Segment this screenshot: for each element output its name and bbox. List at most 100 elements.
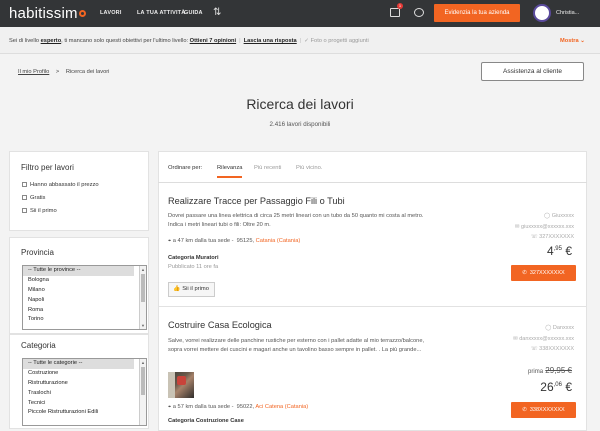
logo[interactable]: habitissim <box>9 5 86 22</box>
be-first-button[interactable]: 👍 Sii il primo <box>168 282 215 297</box>
scroll-up-icon[interactable]: ▲ <box>141 267 145 272</box>
job-count: 2.416 lavori disponibili <box>269 121 331 128</box>
customer-support-button[interactable]: Assistenza al cliente <box>481 62 584 81</box>
top-bar: habitissim LAVORI LA TUA ATTIVITÀ GUIDA … <box>0 0 600 27</box>
contact-phone: ☏ 338XXXXXXX <box>531 346 574 352</box>
breadcrumb: Il mio Profilo > Ricerca dei lavori <box>18 69 109 75</box>
thumb-up-icon: 👍 <box>173 286 181 292</box>
nav-attivita[interactable]: LA TUA ATTIVITÀ <box>137 10 185 16</box>
separator: | <box>299 38 302 44</box>
page-title: Ricerca dei lavori <box>246 96 354 112</box>
reveal-phone-button[interactable]: ✆ 338XXXXXXX <box>511 402 576 418</box>
scrollbar-thumb[interactable] <box>141 367 145 395</box>
level-link[interactable]: esperto <box>41 38 62 44</box>
category-option[interactable]: Tecnici <box>23 399 134 409</box>
contact-email-text: giuxxxxx@xxxxxx.xxx <box>521 224 574 230</box>
scrollbar[interactable]: ▲ ▼ <box>139 266 146 329</box>
photo-chair <box>177 376 186 385</box>
category-option[interactable]: -- Tutte le categorie -- <box>23 359 134 369</box>
tab-recent[interactable]: Più recenti <box>254 165 281 171</box>
checkbox[interactable] <box>22 195 27 200</box>
province-option[interactable]: Roma <box>23 306 134 316</box>
old-price: prima 29,95 € <box>528 366 572 375</box>
avatar[interactable] <box>533 4 551 22</box>
user-icon: ◯ <box>545 325 553 331</box>
job-province-link[interactable]: (Catania) <box>277 238 300 244</box>
show-more-link[interactable]: Mostra ⌄ <box>560 38 585 44</box>
phone-icon: ✆ <box>522 270 527 276</box>
goal-reply-link[interactable]: Lascia una risposta <box>244 38 297 44</box>
category-select[interactable]: -- Tutte le categorie -- Costruzione Ris… <box>22 358 147 426</box>
reveal-phone-button[interactable]: ✆ 327XXXXXXX <box>511 265 576 281</box>
nav-guida[interactable]: GUIDA <box>184 10 203 16</box>
results-panel <box>158 151 587 431</box>
province-option[interactable]: -- Tutte le province -- <box>23 266 134 276</box>
price-currency: € <box>565 244 572 258</box>
scroll-up-icon[interactable]: ▲ <box>141 360 145 365</box>
job-title[interactable]: Realizzare Tracce per Passaggio Fili o T… <box>168 196 345 206</box>
divider <box>158 306 587 307</box>
reveal-phone-label: 327XXXXXXX <box>529 270 565 276</box>
scroll-down-icon[interactable]: ▼ <box>141 323 145 328</box>
filter-be-first[interactable]: Sii il primo <box>22 208 57 214</box>
checkbox[interactable] <box>22 182 27 187</box>
chat-icon[interactable] <box>414 8 424 17</box>
checkbox[interactable] <box>22 208 27 213</box>
price-decimals: ,95 <box>553 246 562 252</box>
job-zip: 95022, <box>236 404 255 410</box>
filter-price-lowered[interactable]: Hanno abbassato il prezzo <box>22 182 99 188</box>
category-option[interactable]: Ristrutturazione <box>23 379 134 389</box>
contact-email: ✉ danxxxxx@xxxxxx.xxx <box>513 336 574 342</box>
category-option[interactable]: Traslochi <box>23 389 134 399</box>
filter-title: Filtro per lavori <box>21 163 74 172</box>
job-city-link[interactable]: Catania <box>256 238 276 244</box>
nav-lavori[interactable]: LAVORI <box>100 10 122 16</box>
filter-panel: Filtro per lavori Hanno abbassato il pre… <box>9 151 149 231</box>
category-title: Categoria <box>21 341 56 350</box>
progress-text-b: , ti mancano solo questi obiettivi per l… <box>61 38 189 44</box>
reveal-phone-label: 338XXXXXXX <box>529 407 565 413</box>
gift-icon[interactable] <box>390 8 400 17</box>
sort-bar: Ordinare per: Rilevanza Più recenti Più … <box>158 151 587 183</box>
be-first-label: Sii il primo <box>182 286 209 292</box>
filter-label: Hanno abbassato il prezzo <box>30 182 99 188</box>
category-option[interactable]: Costruzione <box>23 369 134 379</box>
logo-text: habitissim <box>9 5 78 22</box>
breadcrumb-profile-link[interactable]: Il mio Profilo <box>18 69 49 75</box>
province-select[interactable]: -- Tutte le province -- Bologna Milano N… <box>22 265 147 330</box>
scrollbar-thumb[interactable] <box>141 274 145 302</box>
job-description: Salve, vorrei realizzare delle panchine … <box>168 338 425 354</box>
notification-badge: 1 <box>397 3 403 9</box>
filter-label: Sii il primo <box>30 208 57 214</box>
contact-phone-text: 327XXXXXXX <box>539 234 574 240</box>
photo-window <box>168 372 175 398</box>
province-option[interactable]: Torino <box>23 315 134 325</box>
tab-relevance[interactable]: Rilevanza <box>217 165 243 178</box>
contact-name-text: Danxxxx <box>552 325 574 331</box>
job-location: ⌖ a 47 km dalla tua sede - 95125, Catani… <box>168 238 301 244</box>
phone-icon: ☏ <box>530 234 540 240</box>
job-location: ⌖ a 57 km dalla tua sede - 95022, Aci Ca… <box>168 404 309 410</box>
job-title[interactable]: Costruire Casa Ecologica <box>168 320 272 330</box>
filter-free[interactable]: Gratis <box>22 195 45 201</box>
job-province-link[interactable]: (Catania) <box>285 404 308 410</box>
goal-opinions-link[interactable]: Ottieni 7 opinioni <box>190 38 236 44</box>
province-option[interactable]: Milano <box>23 286 134 296</box>
phone-icon: ✆ <box>522 407 527 413</box>
tab-nearest[interactable]: Più vicino. <box>296 165 322 171</box>
province-option[interactable]: Bologna <box>23 276 134 286</box>
level-progress-text: Sei di livello esperto, ti mancano solo … <box>9 38 369 44</box>
scrollbar[interactable]: ▲ <box>139 359 146 425</box>
category-option[interactable]: Piccole Ristrutturazioni Edili <box>23 408 134 418</box>
user-icon: ◯ <box>544 213 552 219</box>
job-city-link[interactable]: Aci Catena <box>255 404 283 410</box>
username[interactable]: Christia... <box>556 10 579 16</box>
job-distance: a 57 km dalla tua sede <box>172 404 231 410</box>
province-option[interactable]: Napoli <box>23 296 134 306</box>
price-currency: € <box>565 380 572 394</box>
job-photo[interactable] <box>168 372 194 398</box>
sort-arrows-icon[interactable]: ⇅ <box>213 7 221 18</box>
highlight-company-button[interactable]: Evidenzia la tua azienda <box>434 4 520 22</box>
price-int: 26 <box>540 380 554 394</box>
old-price-label: prima <box>528 369 544 375</box>
